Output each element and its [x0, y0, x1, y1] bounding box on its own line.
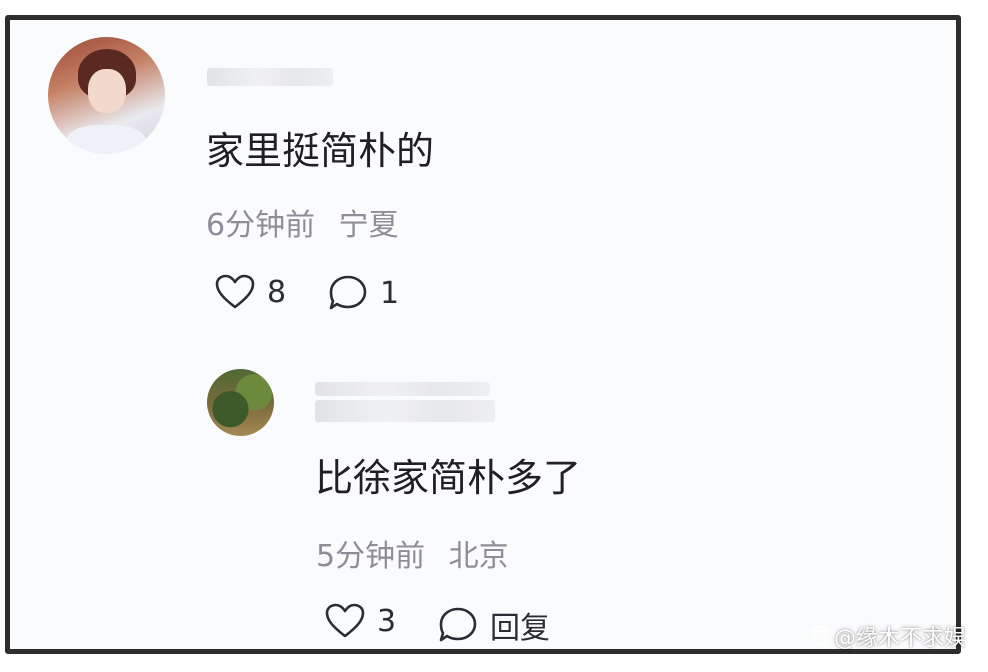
reply-location: 北京 — [448, 539, 509, 574]
like-count: 8 — [267, 274, 287, 310]
comment-location: 宁夏 — [338, 208, 399, 243]
heart-icon — [215, 274, 255, 309]
reply-like-count: 3 — [377, 603, 397, 639]
avatar-shirt — [66, 125, 146, 154]
reply-button[interactable]: 回复 — [438, 603, 550, 647]
avatar-face — [88, 69, 126, 113]
reply-button-label: 回复 — [490, 611, 550, 646]
reply-text: 比徐家简朴多了 — [315, 456, 582, 500]
blurred-reply-username-line — [315, 400, 495, 422]
reply-count-button[interactable]: 1 — [328, 274, 399, 312]
reply-like-button[interactable]: 3 — [325, 603, 396, 639]
chat-bubble-icon — [439, 607, 477, 642]
comment-text: 家里挺简朴的 — [206, 129, 435, 173]
reply-time: 5分钟前 — [316, 539, 426, 574]
chat-bubble-icon — [329, 275, 367, 310]
avatar[interactable] — [48, 37, 165, 154]
comment-time: 6分钟前 — [206, 208, 316, 243]
comment-card: 家里挺简朴的 6分钟前 宁夏 8 1 比徐家简朴多了 5分钟前 北京 3 回复 — [5, 15, 961, 654]
reply-count: 1 — [380, 275, 400, 311]
heart-icon — [325, 603, 365, 638]
watermark: @缘木不求娱 — [808, 620, 966, 652]
blurred-reply-username[interactable] — [315, 382, 490, 396]
comment-meta: 6分钟前 宁夏 — [206, 200, 399, 244]
watermark-text: @缘木不求娱 — [833, 626, 966, 651]
reply-meta: 5分钟前 北京 — [316, 531, 509, 575]
reply-avatar[interactable] — [207, 369, 274, 436]
blurred-username[interactable] — [207, 68, 333, 86]
like-button[interactable]: 8 — [215, 274, 286, 310]
paw-icon — [809, 625, 830, 646]
